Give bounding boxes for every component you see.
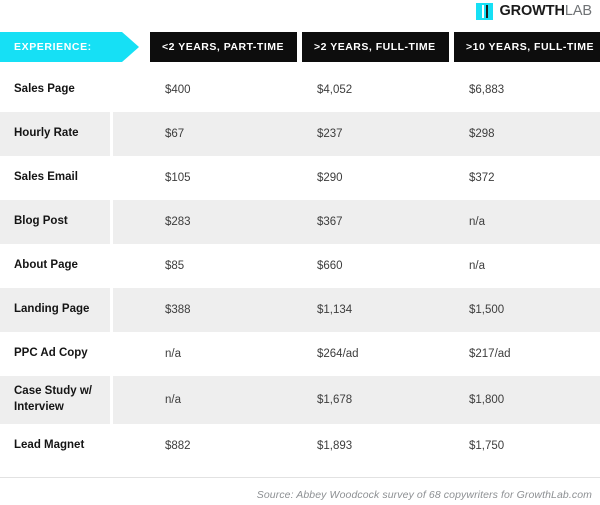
row-data-area: $283 $367 n/a xyxy=(113,200,600,244)
table-row: Sales Email $105 $290 $372 xyxy=(0,156,600,200)
table-cell: $400 xyxy=(165,84,191,96)
table-cell: n/a xyxy=(165,348,181,360)
row-label: Hourly Rate xyxy=(0,112,110,156)
table-cell: $264/ad xyxy=(317,348,359,360)
table-cell: $283 xyxy=(165,216,191,228)
row-label: Sales Page xyxy=(14,83,75,96)
table-cell: $388 xyxy=(165,304,191,316)
row-label: Sales Email xyxy=(14,171,78,184)
row-label: Blog Post xyxy=(0,200,110,244)
table-cell: n/a xyxy=(469,216,485,228)
row-data-area: n/a $1,678 $1,800 xyxy=(113,376,600,424)
row-label: Landing Page xyxy=(0,288,110,332)
table-row: Case Study w/Interview n/a $1,678 $1,800 xyxy=(0,376,600,424)
table-cell: $298 xyxy=(469,128,495,140)
column-header-0: <2 YEARS, PART-TIME xyxy=(150,32,297,62)
table-row: Blog Post $283 $367 n/a xyxy=(0,200,600,244)
table-cell: $237 xyxy=(317,128,343,140)
experience-tab-label: EXPERIENCE: xyxy=(14,41,92,53)
table-bottom-divider xyxy=(0,477,600,478)
row-data-area: $400 $4,052 $6,883 xyxy=(113,68,600,112)
row-label: PPC Ad Copy xyxy=(14,347,88,360)
table-cell: $105 xyxy=(165,172,191,184)
row-label: Lead Magnet xyxy=(14,439,85,452)
row-data-area: $388 $1,134 $1,500 xyxy=(113,288,600,332)
table-cell: $4,052 xyxy=(317,84,353,96)
row-label: Case Study w/Interview xyxy=(0,376,110,424)
growthlab-bars-icon xyxy=(476,3,494,20)
table-header-strip: EXPERIENCE: <2 YEARS, PART-TIME >2 YEARS… xyxy=(0,32,600,62)
row-data-area: $85 $660 n/a xyxy=(113,244,600,288)
source-note: Source: Abbey Woodcock survey of 68 copy… xyxy=(256,489,592,501)
table-cell: n/a xyxy=(165,394,181,406)
row-data-area: $67 $237 $298 xyxy=(113,112,600,156)
pricing-table: Sales Page $400 $4,052 $6,883 Hourly Rate $67… xyxy=(0,68,600,468)
column-header-0-label: <2 YEARS, PART-TIME xyxy=(162,41,285,53)
table-row: Landing Page $388 $1,134 $1,500 xyxy=(0,288,600,332)
column-header-1-label: >2 YEARS, FULL-TIME xyxy=(314,41,436,53)
table-cell: $217/ad xyxy=(469,348,511,360)
row-data-area: $105 $290 $372 xyxy=(113,156,600,200)
table-cell: $372 xyxy=(469,172,495,184)
table-cell: $67 xyxy=(165,128,185,140)
table-cell: $1,134 xyxy=(317,304,353,316)
table-cell: $1,800 xyxy=(469,394,505,406)
row-data-area: n/a $264/ad $217/ad xyxy=(113,332,600,376)
column-header-2-label: >10 YEARS, FULL-TIME xyxy=(466,41,594,53)
table-cell: $367 xyxy=(317,216,343,228)
table-row: PPC Ad Copy n/a $264/ad $217/ad xyxy=(0,332,600,376)
table-cell: $1,678 xyxy=(317,394,353,406)
column-header-1: >2 YEARS, FULL-TIME xyxy=(302,32,449,62)
table-cell: $85 xyxy=(165,260,185,272)
table-row: Sales Page $400 $4,052 $6,883 xyxy=(0,68,600,112)
logo-bar: GROWTHLAB xyxy=(0,0,600,26)
growthlab-logo: GROWTHLAB xyxy=(476,3,592,20)
logo-word-growth: GROWTH xyxy=(499,3,565,20)
table-cell: $6,883 xyxy=(469,84,505,96)
row-data-area: $882 $1,893 $1,750 xyxy=(113,424,600,468)
column-header-2: >10 YEARS, FULL-TIME xyxy=(454,32,600,62)
logo-word-lab: LAB xyxy=(564,3,592,20)
table-row: Hourly Rate $67 $237 $298 xyxy=(0,112,600,156)
table-row: Lead Magnet $882 $1,893 $1,750 xyxy=(0,424,600,468)
table-row: About Page $85 $660 n/a xyxy=(0,244,600,288)
table-cell: n/a xyxy=(469,260,485,272)
table-cell: $1,893 xyxy=(317,440,353,452)
table-cell: $1,500 xyxy=(469,304,505,316)
row-label: About Page xyxy=(14,259,78,272)
logo-wordmark: GROWTHLAB xyxy=(499,4,592,19)
table-cell: $882 xyxy=(165,440,191,452)
table-cell: $660 xyxy=(317,260,343,272)
experience-tab: EXPERIENCE: xyxy=(0,32,139,62)
table-cell: $1,750 xyxy=(469,440,505,452)
table-cell: $290 xyxy=(317,172,343,184)
